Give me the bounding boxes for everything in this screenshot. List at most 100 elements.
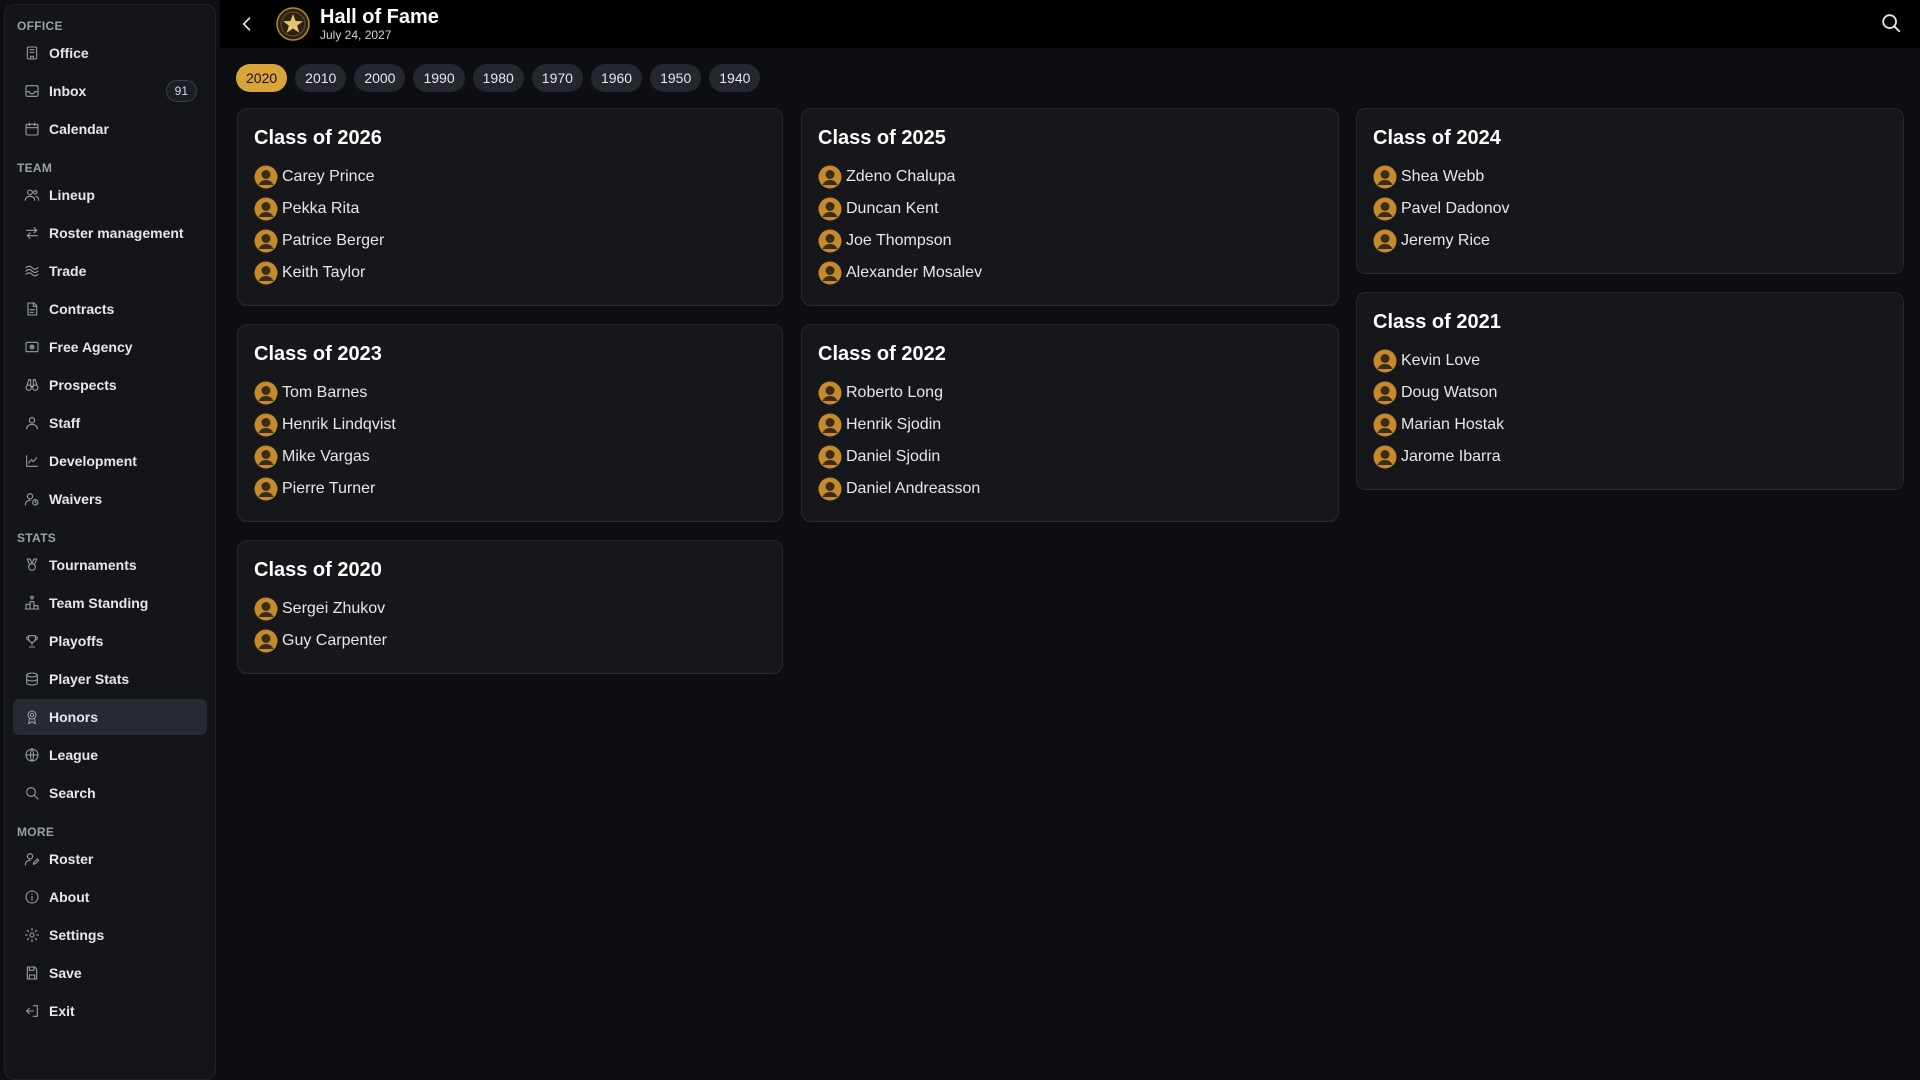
- class-title: Class of 2025: [818, 127, 946, 149]
- inductee-row[interactable]: Henrik Sjodin: [818, 409, 1322, 441]
- player-avatar-icon: [818, 381, 842, 405]
- sidebar-item-roster[interactable]: Roster: [13, 841, 207, 877]
- inductee-name: Roberto Long: [846, 384, 943, 401]
- sidebar-item-save[interactable]: Save: [13, 955, 207, 991]
- inductee-name: Henrik Lindqvist: [282, 416, 396, 433]
- inductee-name: Mike Vargas: [282, 448, 370, 465]
- sidebar-item-free-agency[interactable]: Free Agency: [13, 329, 207, 365]
- inductee-row[interactable]: Daniel Andreasson: [818, 473, 1322, 505]
- inductee-row[interactable]: Pavel Dadonov: [1373, 193, 1887, 225]
- arrows-icon: [23, 224, 41, 242]
- inductee-row[interactable]: Jarome Ibarra: [1373, 441, 1887, 473]
- inductee-row[interactable]: Pekka Rita: [254, 193, 766, 225]
- current-date: July 24, 2027: [320, 28, 392, 42]
- sidebar-item-inbox[interactable]: Inbox 91: [13, 73, 207, 109]
- inductee-row[interactable]: Alexander Mosalev: [818, 257, 1322, 289]
- contract-icon: [23, 300, 41, 318]
- inductee-row[interactable]: Duncan Kent: [818, 193, 1322, 225]
- sidebar-item-label: Player Stats: [49, 671, 130, 687]
- player-avatar-icon: [818, 477, 842, 501]
- inductee-row[interactable]: Shea Webb: [1373, 161, 1887, 193]
- sidebar-item-waivers[interactable]: Waivers: [13, 481, 207, 517]
- inductee-row[interactable]: Joe Thompson: [818, 225, 1322, 257]
- decade-chip-1970[interactable]: 1970: [531, 64, 583, 92]
- class-card: Class of 2025 Zdeno Chalupa Duncan Kent Joe…: [801, 108, 1339, 306]
- sidebar-item-league[interactable]: League: [13, 737, 207, 773]
- inductee-row[interactable]: Marian Hostak: [1373, 409, 1887, 441]
- decade-chip-2010[interactable]: 2010: [295, 64, 347, 92]
- inductee-row[interactable]: Doug Watson: [1373, 377, 1887, 409]
- inductee-row[interactable]: Kevin Love: [1373, 345, 1887, 377]
- class-title: Class of 2020: [254, 559, 382, 581]
- inductee-name: Zdeno Chalupa: [846, 168, 956, 185]
- sidebar-item-development[interactable]: Development: [13, 443, 207, 479]
- sidebar-item-contracts[interactable]: Contracts: [13, 291, 207, 327]
- sidebar-item-roster-management[interactable]: Roster management: [13, 215, 207, 251]
- decade-chip-1960[interactable]: 1960: [590, 64, 643, 92]
- inductee-row[interactable]: Carey Prince: [254, 161, 766, 193]
- inductee-row[interactable]: Roberto Long: [818, 377, 1322, 409]
- header-bar: Hall of Fame July 24, 2027: [220, 0, 1920, 48]
- inbox-icon: [23, 82, 41, 100]
- search-icon: [1882, 14, 1901, 33]
- inductee-row[interactable]: Sergei Zhukov: [254, 593, 766, 625]
- inductee-name: Guy Carpenter: [282, 632, 387, 649]
- class-card: Class of 2020 Sergei Zhukov Guy Carpenter: [237, 540, 783, 674]
- inductee-row[interactable]: Patrice Berger: [254, 225, 766, 257]
- inductee-row[interactable]: Henrik Lindqvist: [254, 409, 766, 441]
- sidebar-item-player-stats[interactable]: Player Stats: [13, 661, 207, 697]
- decade-chip-1940[interactable]: 1940: [709, 64, 761, 92]
- sidebar-item-playoffs[interactable]: Playoffs: [13, 623, 207, 659]
- chart-icon: [23, 452, 41, 470]
- inductee-name: Kevin Love: [1401, 352, 1481, 369]
- sidebar-item-prospects[interactable]: Prospects: [13, 367, 207, 403]
- inductee-row[interactable]: Guy Carpenter: [254, 625, 766, 657]
- sidebar-item-search[interactable]: Search: [13, 775, 207, 811]
- sidebar-item-label: Free Agency: [49, 339, 133, 355]
- sidebar-item-exit[interactable]: Exit: [13, 993, 207, 1029]
- inductee-row[interactable]: Daniel Sjodin: [818, 441, 1322, 473]
- inductee-row[interactable]: Pierre Turner: [254, 473, 766, 505]
- sidebar-item-label: Tournaments: [49, 557, 137, 573]
- inductee-row[interactable]: Mike Vargas: [254, 441, 766, 473]
- search-button[interactable]: [1880, 12, 1904, 36]
- decade-chip-1980[interactable]: 1980: [472, 64, 524, 92]
- sidebar-item-staff[interactable]: Staff: [13, 405, 207, 441]
- sidebar-item-team-standing[interactable]: Team Standing: [13, 585, 207, 621]
- users-icon: [23, 186, 41, 204]
- decade-chip-2000[interactable]: 2000: [354, 64, 406, 92]
- player-avatar-icon: [1373, 413, 1397, 437]
- sidebar-item-honors[interactable]: Honors: [13, 699, 207, 735]
- sidebar-item-label: Office: [49, 45, 89, 61]
- hall-of-fame-logo: [276, 7, 310, 41]
- sidebar-item-settings[interactable]: Settings: [13, 917, 207, 953]
- sidebar-item-calendar[interactable]: Calendar: [13, 111, 207, 147]
- sidebar-item-about[interactable]: About: [13, 879, 207, 915]
- back-button[interactable]: [232, 9, 262, 39]
- sidebar-item-tournaments[interactable]: Tournaments: [13, 547, 207, 583]
- inductee-row[interactable]: Zdeno Chalupa: [818, 161, 1322, 193]
- database-icon: [23, 670, 41, 688]
- sidebar-item-trade[interactable]: Trade: [13, 253, 207, 289]
- trophy-icon: [23, 632, 41, 650]
- sidebar-item-lineup[interactable]: Lineup: [13, 177, 207, 213]
- decade-chip-1990[interactable]: 1990: [413, 64, 465, 92]
- award-icon: [23, 708, 41, 726]
- inductee-row[interactable]: Keith Taylor: [254, 257, 766, 289]
- gear-icon: [23, 926, 41, 944]
- inductee-name: Sergei Zhukov: [282, 600, 386, 617]
- decade-chip-1950[interactable]: 1950: [650, 64, 702, 92]
- sidebar-item-label: Exit: [49, 1003, 75, 1019]
- inductee-row[interactable]: Tom Barnes: [254, 377, 766, 409]
- unread-count-badge: 91: [165, 80, 197, 102]
- sidebar-section-label: STATS: [17, 531, 57, 545]
- sidebar-item-label: Search: [49, 785, 96, 801]
- inductee-name: Marian Hostak: [1401, 416, 1505, 433]
- sidebar-item-label: Prospects: [49, 377, 117, 393]
- sidebar-section-label: TEAM: [17, 161, 53, 175]
- player-avatar-icon: [254, 261, 278, 285]
- sidebar-item-office[interactable]: Office: [13, 35, 207, 71]
- info-icon: [23, 888, 41, 906]
- inductee-row[interactable]: Jeremy Rice: [1373, 225, 1887, 257]
- decade-chip-2020[interactable]: 2020: [236, 64, 288, 92]
